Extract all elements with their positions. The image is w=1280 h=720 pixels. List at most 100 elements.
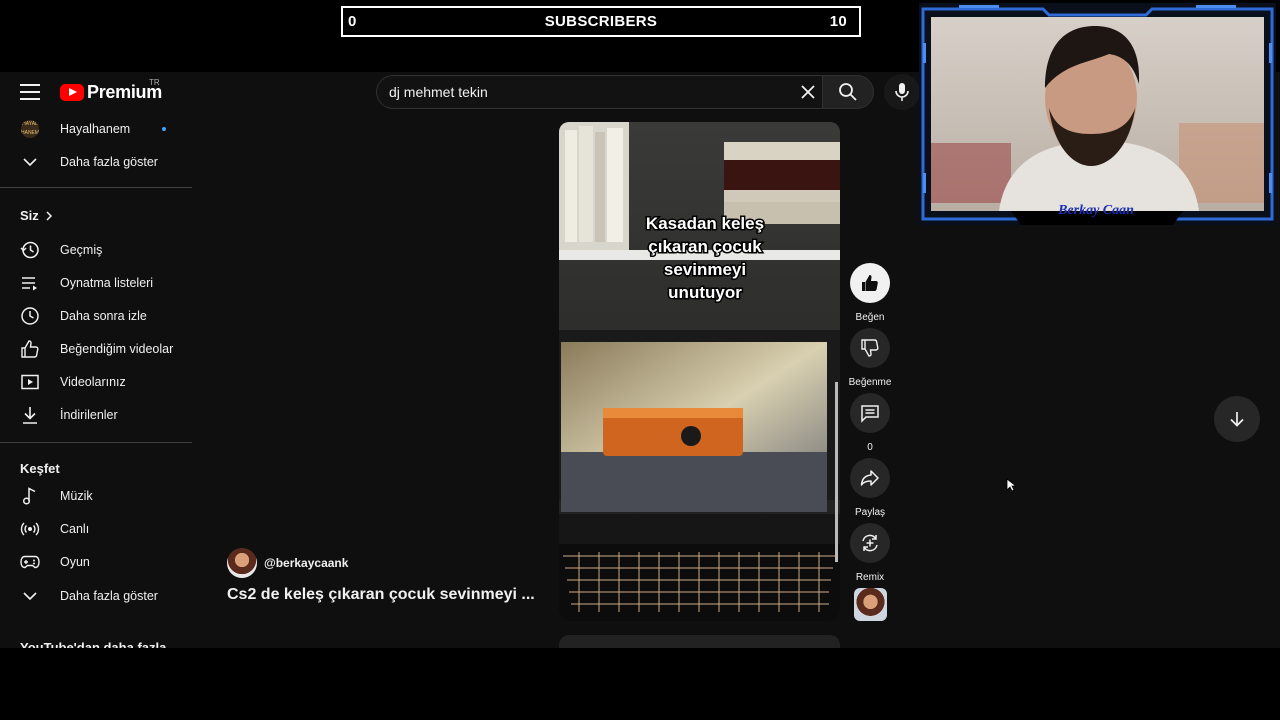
caption-line-3: sevinmeyi [664,260,746,279]
sidebar-item-downloads[interactable]: İndirilenler [0,399,192,431]
mouse-cursor-icon [1006,478,1018,497]
webcam-frame [919,3,1276,225]
playlist-icon [20,273,40,293]
short-video-player[interactable]: Kasadan keleş çıkaran çocuk sevinmeyi un… [559,122,840,621]
next-short-preview[interactable] [559,635,840,648]
sidebar-item-label: Daha fazla göster [60,589,158,603]
remix-label: Remix [855,572,885,583]
remix-icon [862,534,878,552]
caption-line-4: unutuyor [668,283,742,302]
comments-action[interactable]: 0 [850,393,890,453]
comment-icon [861,405,879,423]
sidebar-item-playlists[interactable]: Oynatma listeleri [0,267,192,299]
subscriber-goal: 10 [829,13,847,30]
thumb-up-icon [862,275,878,291]
chevron-down-icon [20,152,40,172]
country-code: TR [149,78,160,87]
video-scrollbar[interactable] [835,382,838,562]
thumb-down-icon [861,339,879,357]
sidebar-item-label: Hayalhanem [60,122,131,136]
clock-icon [20,306,40,326]
sidebar-show-more-subscriptions[interactable]: Daha fazla göster [0,146,192,178]
new-content-dot [162,127,166,131]
sidebar-item-hayalhanem[interactable]: HAYAL HANEM Hayalhanem [0,113,192,145]
short-title[interactable]: Cs2 de keleş çıkaran çocuk sevinmeyi ... [227,586,537,604]
webcam-overlay [919,3,1276,225]
like-action[interactable]: Beğen [850,263,890,323]
share-button[interactable] [850,458,890,498]
channel-avatar-thumbnail[interactable] [854,588,887,621]
sidebar-item-your-videos[interactable]: Videolarınız [0,366,192,398]
dislike-button[interactable] [850,328,890,368]
youtube-logo-icon [60,83,84,101]
sidebar-item-label: Geçmiş [60,243,103,257]
sidebar-item-label: Daha sonra izle [60,309,147,323]
sidebar-divider [0,442,192,443]
sidebar-item-label: İndirilenler [60,408,118,422]
arrow-down-icon [1230,412,1244,427]
subscriber-count: 0 [348,13,357,30]
like-button[interactable] [850,263,890,303]
section-title: Siz [20,208,39,223]
sidebar-item-gaming[interactable]: Oyun [0,546,192,578]
sidebar-item-label: Müzik [60,489,93,503]
share-label: Paylaş [854,507,885,518]
sidebar: HAYAL HANEM Hayalhanem Daha fazla göster… [0,112,192,648]
download-icon [20,405,40,425]
share-action[interactable]: Paylaş [850,458,890,518]
video-icon [20,372,40,392]
sidebar-item-label: Oyun [60,555,90,569]
channel-avatar[interactable] [227,548,257,578]
like-label: Beğen [855,312,885,323]
webcam-name-label: Berkay Caan [1058,203,1134,218]
live-icon [20,519,40,539]
subscriber-label: SUBSCRIBERS [544,13,658,30]
sidebar-item-label: Videolarınız [60,375,126,389]
weapon-case [603,408,743,456]
comments-button[interactable] [850,393,890,433]
subscriber-goal-bar: 0 SUBSCRIBERS 10 [341,6,861,37]
sidebar-item-watch-later[interactable]: Daha sonra izle [0,300,192,332]
sidebar-item-label: Canlı [60,522,90,536]
short-channel[interactable]: @berkaycaank [227,548,348,578]
dislike-label: Beğenme [848,377,892,388]
history-icon [20,240,40,260]
caption-line-1: Kasadan keleş [646,214,764,233]
sidebar-item-music[interactable]: Müzik [0,480,192,512]
gamepad-icon [20,552,40,572]
music-icon [20,486,40,506]
search-box[interactable] [376,75,822,109]
search-button[interactable] [822,75,874,109]
caption-line-2: çıkaran çocuk [648,237,762,256]
search-input[interactable] [389,84,769,100]
channel-avatar: HAYAL HANEM [21,120,39,138]
chevron-right-icon [46,210,52,221]
share-icon [860,470,879,486]
sidebar-item-label: Daha fazla göster [60,155,158,169]
sidebar-show-more-explore[interactable]: Daha fazla göster [0,580,192,612]
menu-icon[interactable] [20,84,40,100]
youtube-premium-logo[interactable]: Premium TR [60,78,162,103]
sidebar-item-label: Beğendiğim videolar [60,342,174,356]
sidebar-more-from-youtube-header: YouTube'dan daha fazla [20,640,167,648]
search-icon [839,83,857,101]
channel-name[interactable]: @berkaycaank [264,556,348,570]
comments-count: 0 [867,442,873,453]
dislike-action[interactable]: Beğenme [849,328,891,388]
sidebar-item-label: Oynatma listeleri [60,276,154,290]
sidebar-you-header[interactable]: Siz [20,208,53,223]
next-short-button[interactable] [1214,396,1260,442]
sidebar-item-history[interactable]: Geçmiş [0,234,192,266]
sidebar-divider [0,187,192,188]
clear-icon[interactable] [796,80,820,104]
keyboard [559,544,840,621]
sidebar-explore-header: Keşfet [20,461,60,476]
mic-icon [895,83,909,101]
sidebar-item-liked-videos[interactable]: Beğendiğim videolar [0,333,192,365]
remix-action[interactable]: Remix [850,523,890,583]
sidebar-item-live[interactable]: Canlı [0,513,192,545]
thumb-up-icon [20,339,40,359]
voice-search-button[interactable] [884,74,920,110]
short-video-frame: Kasadan keleş çıkaran çocuk sevinmeyi un… [559,122,840,621]
remix-button[interactable] [850,523,890,563]
